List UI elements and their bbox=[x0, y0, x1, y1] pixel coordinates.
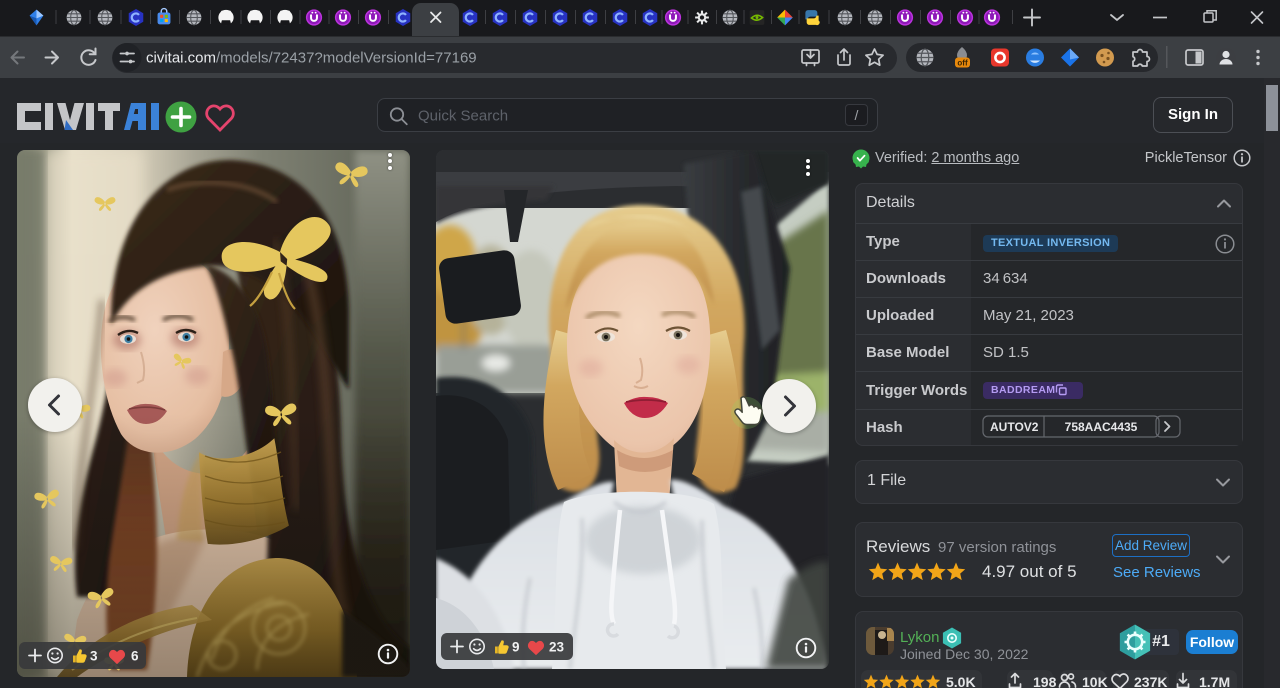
svg-text:AUTOV2: AUTOV2 bbox=[990, 420, 1039, 434]
svg-text:23: 23 bbox=[549, 640, 565, 655]
svg-text:Quick Search: Quick Search bbox=[418, 108, 508, 125]
svg-text:6: 6 bbox=[131, 649, 139, 664]
svg-text:civitai.com/models/72437?model: civitai.com/models/72437?modelVersionId=… bbox=[146, 50, 477, 67]
svg-text:3: 3 bbox=[90, 649, 98, 664]
svg-text:off: off bbox=[957, 59, 968, 68]
svg-text:9: 9 bbox=[512, 640, 520, 655]
svg-text:758AAC4435: 758AAC4435 bbox=[1065, 420, 1138, 434]
